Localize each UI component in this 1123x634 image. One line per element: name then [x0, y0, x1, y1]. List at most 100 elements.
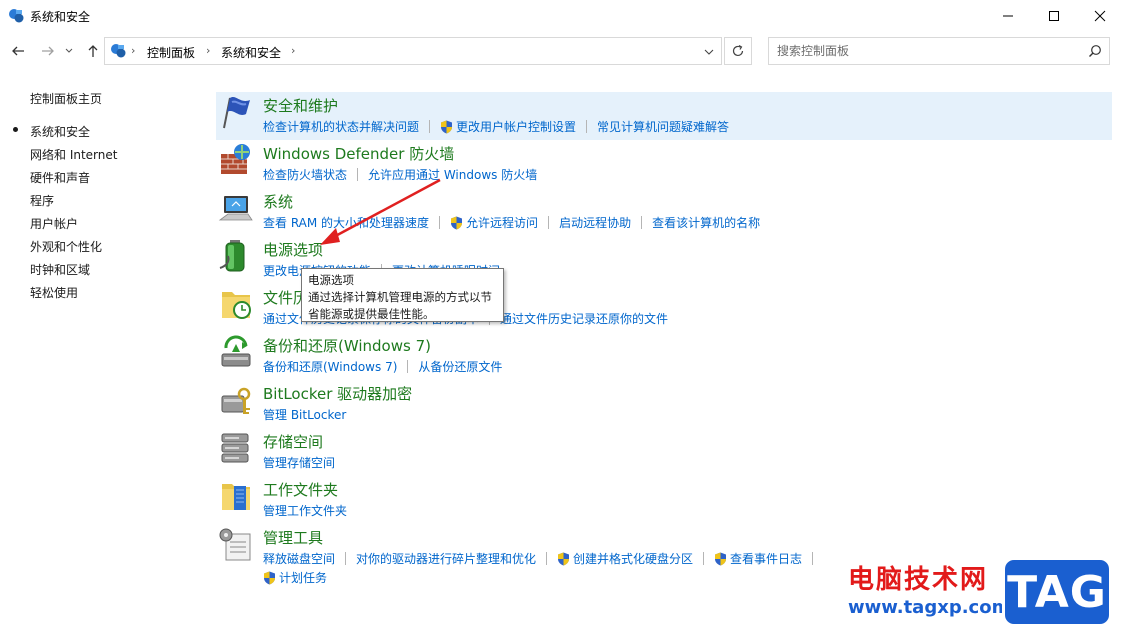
category-title[interactable]: 电源选项	[263, 239, 323, 260]
tooltip: 电源选项 通过选择计算机管理电源的方式以节 省能源或提供最佳性能。	[301, 268, 504, 322]
link-ram-cpu[interactable]: 查看 RAM 的大小和处理器速度	[263, 214, 429, 231]
sidebar-item-user-accounts[interactable]: 用户帐户	[30, 215, 78, 232]
uac-shield-icon	[264, 571, 275, 584]
link-label: 查看事件日志	[730, 552, 803, 566]
link-restore-files[interactable]: 从备份还原文件	[418, 358, 502, 375]
uac-shield-icon	[451, 216, 463, 229]
link-schedule-tasks[interactable]: 计划任务	[263, 569, 327, 586]
sidebar-item-appearance[interactable]: 外观和个性化	[30, 238, 102, 255]
link-remote-assistance[interactable]: 启动远程协助	[559, 214, 631, 231]
breadcrumb-system-security[interactable]: 系统和安全	[221, 44, 281, 61]
link-file-restore[interactable]: 通过文件历史记录还原你的文件	[500, 310, 668, 327]
forward-button[interactable]	[38, 40, 58, 62]
sidebar-item-clock-region[interactable]: 时钟和区域	[30, 261, 90, 278]
uac-shield-icon	[715, 552, 727, 565]
recent-locations-button[interactable]	[63, 40, 75, 62]
link-allow-app[interactable]: 允许应用通过 Windows 防火墙	[368, 166, 537, 183]
chevron-down-icon	[65, 48, 73, 53]
category-title[interactable]: 系统	[263, 191, 293, 212]
tooltip-title: 电源选项	[308, 273, 354, 287]
up-button[interactable]	[83, 40, 103, 62]
search-input[interactable]	[777, 43, 1077, 59]
sidebar-item-ease-of-access[interactable]: 轻松使用	[30, 284, 78, 301]
link-label: 计划任务	[279, 571, 328, 585]
computer-icon	[218, 196, 253, 221]
category-title[interactable]: BitLocker 驱动器加密	[263, 383, 412, 404]
watermark-url: www.tagxp.com	[848, 597, 1011, 618]
tooltip-line: 通过选择计算机管理电源的方式以节	[308, 290, 492, 304]
close-button[interactable]	[1077, 0, 1123, 32]
search-icon[interactable]	[1088, 44, 1102, 58]
battery-icon	[219, 240, 245, 272]
maximize-icon	[1049, 11, 1059, 21]
category-system: 系统 查看 RAM 的大小和处理器速度 允许远程访问 启动远程协助 查看该计算机…	[216, 188, 1112, 236]
link-label: 创建并格式化硬盘分区	[573, 552, 694, 566]
divider	[641, 216, 643, 229]
link-check-status[interactable]: 检查计算机的状态并解决问题	[263, 118, 419, 135]
arrow-right-icon	[42, 46, 54, 56]
divider	[345, 552, 347, 565]
link-defragment[interactable]: 对你的驱动器进行碎片整理和优化	[356, 550, 536, 567]
breadcrumb-control-panel[interactable]: 控制面板	[147, 44, 195, 61]
bitlocker-icon	[221, 387, 251, 414]
search-box[interactable]	[768, 37, 1110, 65]
link-manage-storage[interactable]: 管理存储空间	[263, 454, 335, 471]
divider	[548, 216, 550, 229]
sidebar-item-programs[interactable]: 程序	[30, 192, 54, 209]
arrow-up-icon	[88, 45, 98, 57]
divider	[357, 168, 359, 181]
divider	[429, 120, 431, 133]
title-bar: 系统和安全	[0, 0, 1123, 32]
link-backup-restore[interactable]: 备份和还原(Windows 7)	[263, 358, 397, 375]
category-work-folders: 工作文件夹 管理工作文件夹	[216, 476, 1112, 524]
uac-shield-icon	[558, 552, 570, 565]
category-backup-restore: 备份和还原(Windows 7) 备份和还原(Windows 7) 从备份还原文…	[216, 332, 1112, 380]
address-bar[interactable]: › 控制面板 › 系统和安全 ›	[104, 37, 722, 65]
maximize-button[interactable]	[1031, 0, 1077, 32]
storage-icon	[221, 433, 249, 463]
sidebar-item-home[interactable]: 控制面板主页	[30, 90, 102, 107]
back-button[interactable]	[8, 40, 28, 62]
link-uac-settings[interactable]: 更改用户帐户控制设置	[440, 118, 576, 135]
link-computer-name[interactable]: 查看该计算机的名称	[652, 214, 760, 231]
firewall-icon	[221, 144, 250, 174]
uac-shield-icon	[441, 120, 453, 133]
address-dropdown-button[interactable]	[701, 44, 717, 60]
admin-tools-icon	[219, 528, 251, 561]
link-firewall-status[interactable]: 检查防火墙状态	[263, 166, 347, 183]
breadcrumb-separator[interactable]: ›	[131, 44, 135, 57]
backup-icon	[221, 335, 251, 367]
category-title[interactable]: 存储空间	[263, 431, 323, 452]
category-bitlocker: BitLocker 驱动器加密 管理 BitLocker	[216, 380, 1112, 428]
link-manage-bitlocker[interactable]: 管理 BitLocker	[263, 406, 346, 423]
category-title[interactable]: 备份和还原(Windows 7)	[263, 335, 431, 356]
link-create-partition[interactable]: 创建并格式化硬盘分区	[557, 550, 693, 567]
sidebar-item-hardware[interactable]: 硬件和声音	[30, 169, 90, 186]
minimize-button[interactable]	[985, 0, 1031, 32]
watermark-text: 电脑技术网	[848, 565, 989, 595]
category-title[interactable]: 安全和维护	[263, 95, 338, 116]
category-title[interactable]: Windows Defender 防火墙	[263, 143, 454, 164]
category-security-maintenance: 安全和维护 检查计算机的状态并解决问题 更改用户帐户控制设置 常见计算机问题疑难…	[216, 92, 1112, 140]
category-firewall: Windows Defender 防火墙 检查防火墙状态 允许应用通过 Wind…	[216, 140, 1112, 188]
divider	[546, 552, 548, 565]
category-title[interactable]: 工作文件夹	[263, 479, 338, 500]
selected-indicator	[13, 127, 18, 132]
refresh-button[interactable]	[724, 37, 752, 65]
link-troubleshoot[interactable]: 常见计算机问题疑难解答	[597, 118, 729, 135]
control-panel-icon	[111, 44, 126, 58]
sidebar-item-network[interactable]: 网络和 Internet	[30, 146, 117, 163]
breadcrumb-separator[interactable]: ›	[206, 44, 210, 57]
sidebar-item-system-security[interactable]: 系统和安全	[30, 123, 90, 140]
work-folders-icon	[222, 484, 250, 510]
breadcrumb-separator[interactable]: ›	[291, 44, 295, 57]
link-event-log[interactable]: 查看事件日志	[714, 550, 802, 567]
link-remote-access[interactable]: 允许远程访问	[450, 214, 538, 231]
link-disk-cleanup[interactable]: 释放磁盘空间	[263, 550, 335, 567]
category-title[interactable]: 管理工具	[263, 527, 323, 548]
chevron-down-icon	[704, 49, 714, 55]
divider	[812, 552, 814, 565]
flag-icon	[223, 97, 250, 129]
link-manage-work-folders[interactable]: 管理工作文件夹	[263, 502, 347, 519]
link-label: 更改用户帐户控制设置	[456, 120, 577, 134]
